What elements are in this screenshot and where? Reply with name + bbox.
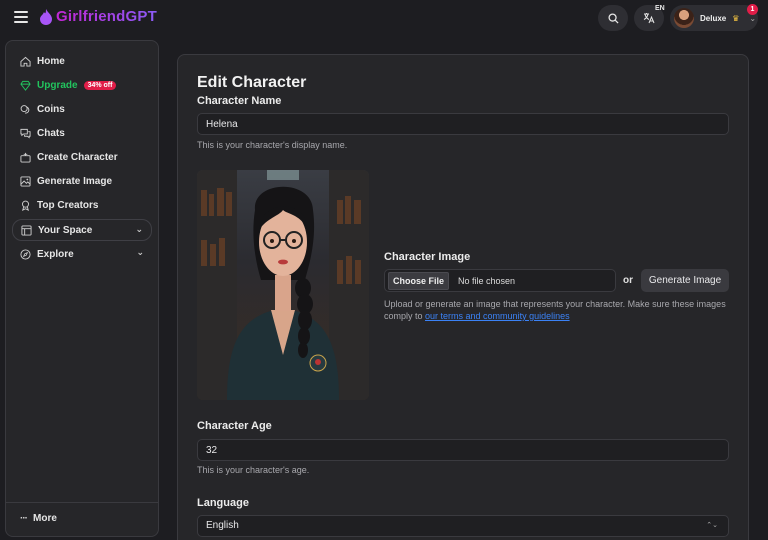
- user-plan-label: Deluxe: [700, 13, 727, 23]
- gem-icon: [20, 80, 31, 91]
- sidebar-item-top-creators[interactable]: Top Creators: [12, 194, 152, 216]
- search-button[interactable]: [598, 5, 628, 31]
- sidebar-item-label: Top Creators: [37, 199, 99, 211]
- sidebar-item-label: Chats: [37, 127, 65, 139]
- sidebar-item-more[interactable]: ··· More: [12, 507, 152, 529]
- sidebar-item-explore[interactable]: Explore ⌄: [12, 243, 152, 265]
- character-age-help: This is your character's age.: [197, 465, 310, 475]
- chats-icon: [20, 128, 31, 139]
- page-title: Edit Character: [197, 74, 307, 91]
- compass-icon: [20, 248, 31, 260]
- character-name-help: This is your character's display name.: [197, 140, 348, 150]
- create-icon: [20, 152, 31, 163]
- sidebar-item-chats[interactable]: Chats: [12, 122, 152, 144]
- select-arrows-icon: ⌃⌄: [706, 522, 718, 529]
- character-image-help: Upload or generate an image that represe…: [384, 298, 734, 322]
- menu-icon[interactable]: [14, 11, 28, 25]
- terms-link[interactable]: our terms and community guidelines: [425, 311, 570, 321]
- sidebar-item-home[interactable]: Home: [12, 50, 152, 72]
- sidebar-item-label: Your Space: [38, 224, 93, 236]
- sidebar-item-label: More: [33, 512, 57, 524]
- sidebar-item-label: Generate Image: [37, 175, 113, 187]
- notification-badge: 1: [747, 4, 758, 15]
- flame-icon: [40, 8, 52, 25]
- more-dots-icon: ···: [20, 512, 28, 524]
- chevron-down-icon: ⌄: [135, 224, 143, 234]
- sidebar-item-label: Coins: [37, 103, 65, 115]
- image-icon: [20, 175, 31, 187]
- character-age-label: Character Age: [197, 420, 272, 432]
- character-name-input[interactable]: [197, 113, 729, 135]
- or-separator: or: [623, 275, 633, 286]
- discount-badge: 34% off: [83, 80, 117, 90]
- sidebar-divider: [6, 502, 158, 503]
- top-bar: GirlfriendGPT EN Deluxe ♛ ⌄ 1: [0, 0, 768, 36]
- sidebar-item-create-character[interactable]: Create Character: [12, 146, 152, 168]
- character-image: [197, 170, 369, 400]
- chevron-down-icon: ⌄: [136, 247, 144, 257]
- home-icon: [20, 56, 31, 67]
- file-input[interactable]: Choose File No file chosen: [384, 269, 616, 292]
- choose-file-button[interactable]: Choose File: [388, 271, 450, 290]
- language-selected-value: English: [206, 520, 239, 531]
- space-icon: [21, 224, 32, 236]
- file-status: No file chosen: [458, 275, 516, 286]
- avatar: [674, 8, 694, 28]
- sidebar-item-label: Upgrade: [37, 79, 78, 91]
- sidebar-item-coins[interactable]: Coins: [12, 98, 152, 120]
- sidebar-item-upgrade[interactable]: Upgrade 34% off: [12, 74, 152, 96]
- language-code: EN: [655, 5, 665, 12]
- award-icon: [22, 200, 29, 211]
- character-name-label: Character Name: [197, 95, 282, 107]
- coins-icon: [20, 104, 30, 113]
- character-age-input[interactable]: [197, 439, 729, 461]
- brand-name: GirlfriendGPT: [56, 8, 157, 25]
- sidebar-item-your-space[interactable]: Your Space ⌄: [12, 219, 152, 241]
- sidebar-item-label: Explore: [37, 248, 74, 260]
- translate-icon: [643, 13, 655, 24]
- crown-icon: ♛: [732, 13, 740, 23]
- sidebar-item-generate-image[interactable]: Generate Image: [12, 170, 152, 192]
- user-menu-button[interactable]: Deluxe ♛ ⌄: [670, 5, 758, 31]
- sidebar-item-label: Create Character: [37, 151, 118, 163]
- sidebar-item-label: Home: [37, 55, 65, 67]
- character-image-label: Character Image: [384, 251, 471, 263]
- language-label: Language: [197, 497, 249, 509]
- language-select[interactable]: English ⌃⌄: [197, 515, 729, 537]
- brand-logo[interactable]: GirlfriendGPT: [40, 8, 157, 25]
- generate-image-button[interactable]: Generate Image: [641, 269, 729, 292]
- search-icon: [607, 12, 619, 24]
- sidebar: Home Upgrade 34% off Coins Chats Create …: [5, 40, 159, 537]
